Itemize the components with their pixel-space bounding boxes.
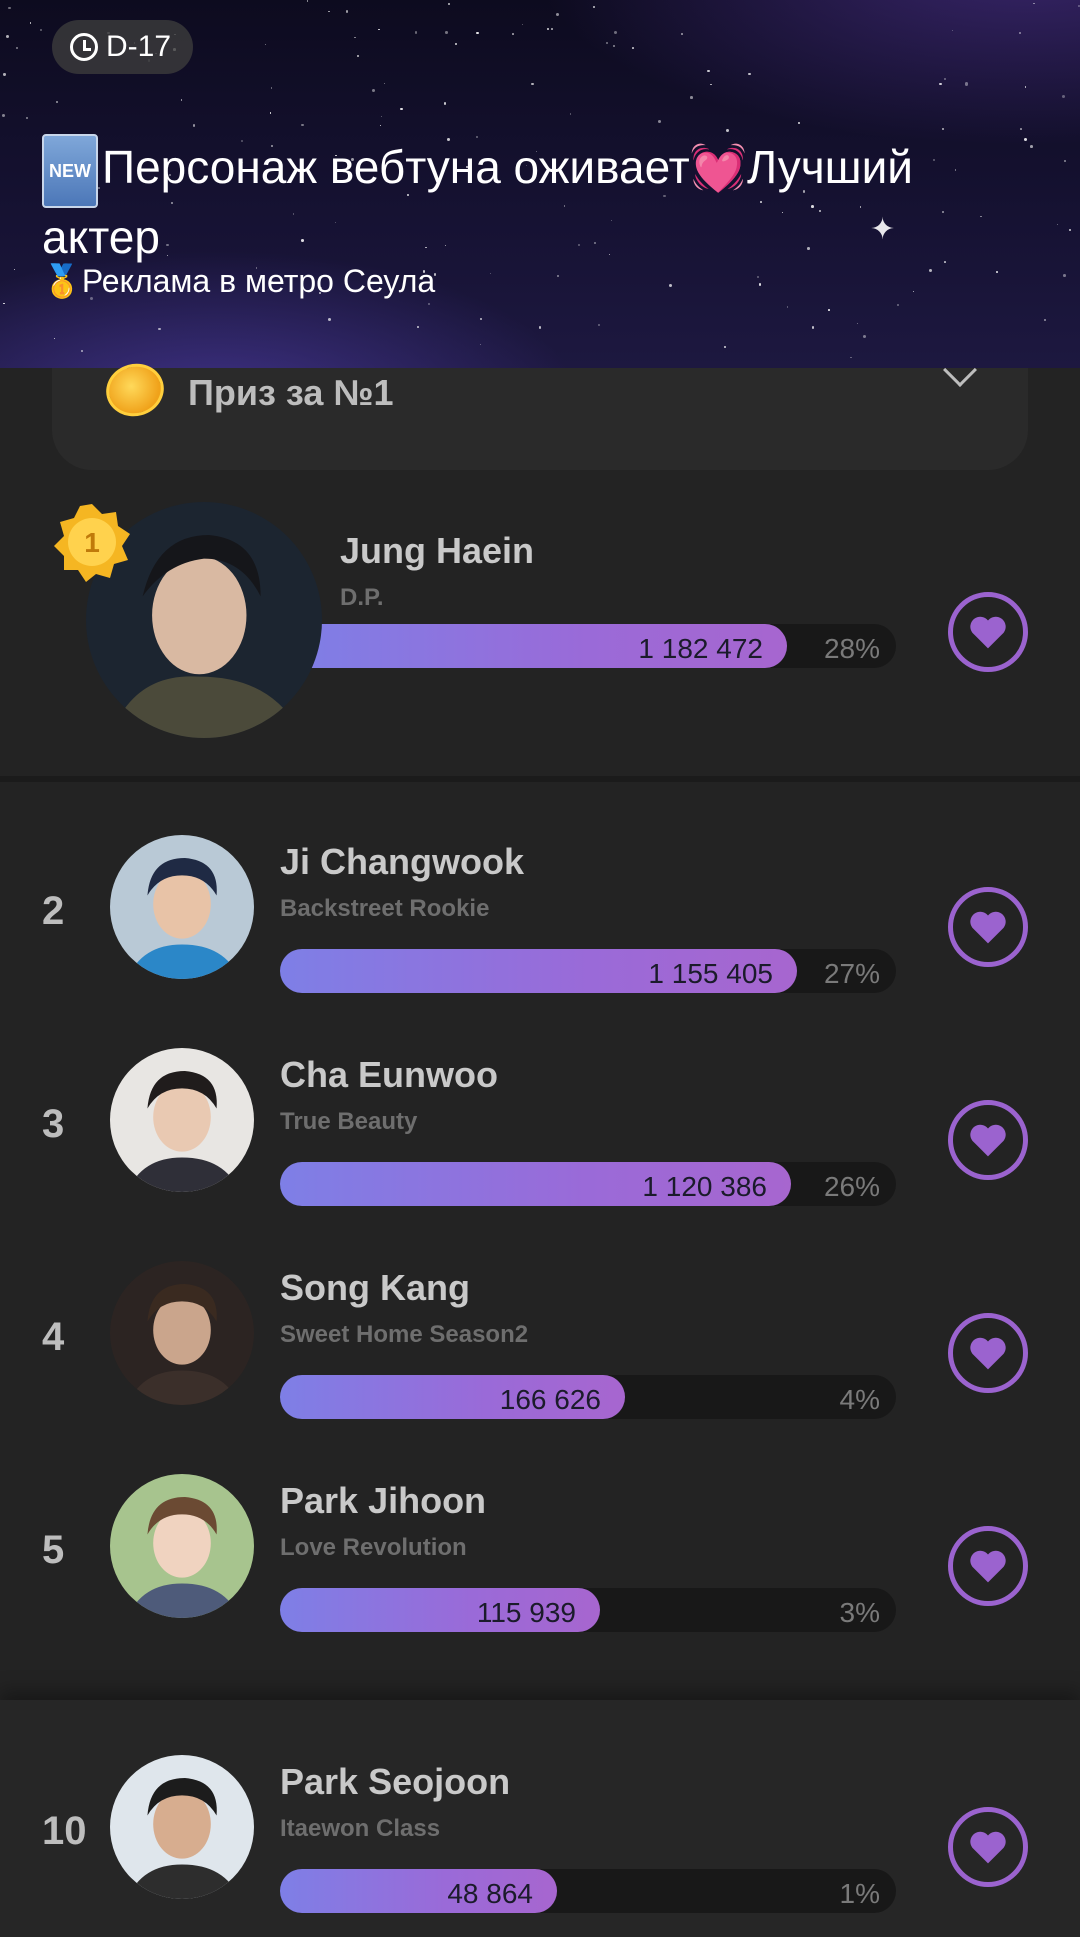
actor-name: Park Seojoon (280, 1761, 511, 1802)
heart-icon (970, 1550, 1006, 1583)
page-subtitle: 🥇Реклама в метро Сеула (42, 262, 435, 300)
work-title: D.P. (340, 584, 384, 611)
heart-icon (970, 1831, 1006, 1864)
ranking-row-3: 3 Cha Eunwoo True Beauty 1 120 386 26% (0, 1038, 1080, 1238)
work-title: Sweet Home Season2 (280, 1321, 529, 1348)
medal-icon: 🥇 (42, 263, 82, 299)
divider (0, 776, 1080, 782)
vote-bar-track: 48 864 1% (280, 1869, 896, 1913)
vote-count: 166 626 (499, 1384, 601, 1415)
vote-count: 48 864 (447, 1878, 533, 1909)
avatar (110, 1755, 254, 1899)
vote-heart-button[interactable] (948, 592, 1028, 672)
actor-name: Cha Eunwoo (280, 1054, 498, 1095)
vote-heart-button[interactable] (948, 1100, 1028, 1180)
vote-heart-button[interactable] (948, 1313, 1028, 1393)
coin-icon (100, 357, 170, 423)
vote-percent: 27% (823, 958, 880, 989)
work-title: Itaewon Class (280, 1815, 441, 1842)
vote-percent: 28% (823, 633, 880, 664)
heart-emoji-icon: 💓 (689, 141, 747, 193)
vote-count: 115 939 (476, 1597, 576, 1628)
title-text-1: Персонаж вебтуна оживает (102, 141, 690, 193)
actor-name: Park Jihoon (280, 1480, 487, 1521)
vote-percent: 1% (839, 1878, 880, 1909)
vote-bar-track: 1 182 472 28% (290, 624, 896, 668)
rank-number: 5 (42, 1528, 65, 1572)
prize-dropdown[interactable]: Приз за №1 (52, 353, 1028, 470)
page-title: NEW Персонаж вебтуна оживает💓Лучший актер (42, 134, 1042, 266)
vote-bar-track: 1 155 405 27% (280, 949, 896, 993)
ranking-row-2: 2 Ji Changwook Backstreet Rookie 1 155 4… (0, 825, 1080, 1025)
vote-bar-track: 166 626 4% (280, 1375, 896, 1419)
vote-bar-track: 1 120 386 26% (280, 1162, 896, 1206)
countdown-badge: D-17 (52, 20, 194, 74)
heart-icon (970, 616, 1006, 649)
ranking-row-4: 4 Song Kang Sweet Home Season2 166 626 4… (0, 1251, 1080, 1451)
vote-count: 1 155 405 (648, 958, 773, 989)
actor-name: Ji Changwook (280, 841, 525, 882)
prize-label: Приз за №1 (188, 372, 394, 413)
work-title: Love Revolution (280, 1534, 467, 1561)
vote-count: 1 182 472 (638, 633, 763, 664)
heart-icon (970, 1337, 1006, 1370)
ranking-row-1: 1 182 472 28% 1 Jung Haein D.P. (0, 490, 1080, 780)
ranking-row-10: 10 Park Seojoon Itaewon Class 48 864 1% (0, 1745, 1080, 1937)
avatar (110, 1261, 254, 1405)
vote-percent: 26% (823, 1171, 880, 1202)
rank-number: 3 (42, 1102, 65, 1146)
vote-heart-button[interactable] (948, 1526, 1028, 1606)
heart-icon (970, 911, 1006, 944)
avatar (110, 835, 254, 979)
avatar (110, 1048, 254, 1192)
subtitle-text: Реклама в метро Сеула (81, 263, 436, 299)
new-badge: NEW (42, 134, 98, 208)
heart-icon (970, 1124, 1006, 1157)
work-title: True Beauty (280, 1108, 418, 1135)
vote-count: 1 120 386 (642, 1171, 767, 1202)
ranking-row-5: 5 Park Jihoon Love Revolution 115 939 3% (0, 1464, 1080, 1664)
avatar (110, 1474, 254, 1618)
vote-percent: 3% (839, 1597, 880, 1628)
vote-heart-button[interactable] (948, 887, 1028, 967)
work-title: Backstreet Rookie (280, 895, 490, 922)
rank-number: 10 (42, 1809, 87, 1853)
vote-heart-button[interactable] (948, 1807, 1028, 1887)
actor-name: Song Kang (280, 1267, 470, 1308)
countdown-text: D-17 (106, 30, 172, 63)
actor-name: Jung Haein (340, 530, 535, 571)
gold-rank-badge: 1 (52, 502, 132, 582)
rank-number: 4 (42, 1315, 65, 1359)
rank-number: 2 (42, 889, 65, 933)
gold-rank-number: 1 (84, 527, 100, 558)
header-banner: ✦ D-17 NEW Персонаж вебтуна оживает💓Лучши… (0, 0, 1080, 368)
clock-icon (70, 33, 98, 61)
vote-percent: 4% (839, 1384, 880, 1415)
vote-bar-track: 115 939 3% (280, 1588, 896, 1632)
